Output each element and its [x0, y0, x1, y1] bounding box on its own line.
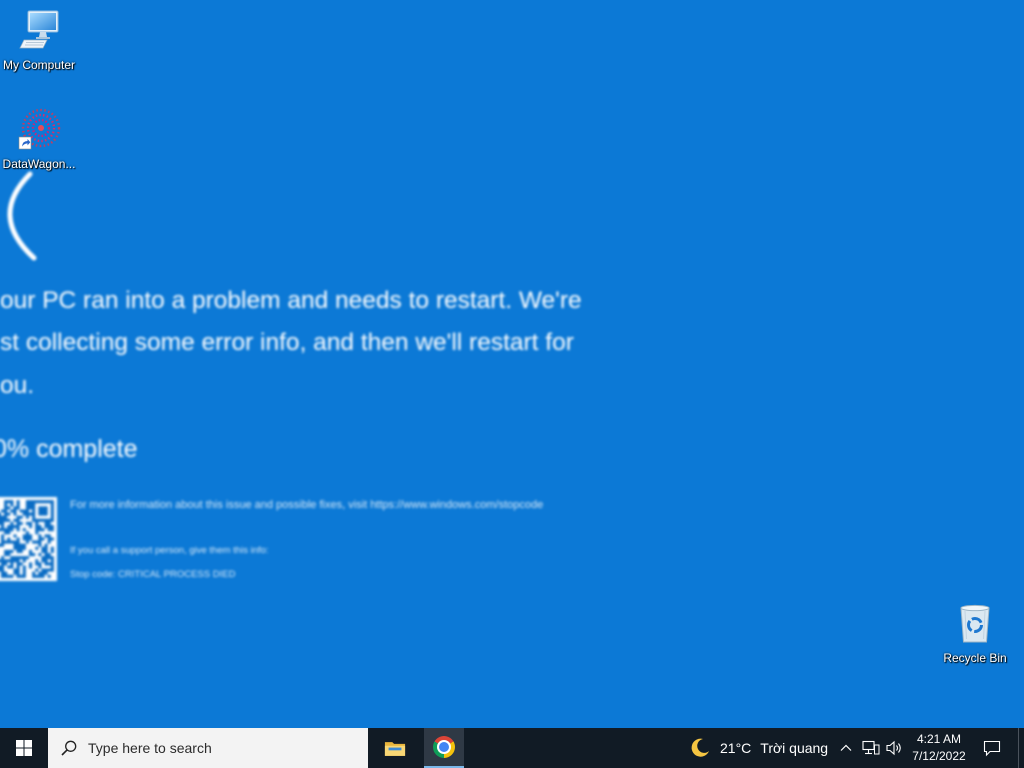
clock[interactable]: 4:21 AM 7/12/2022 — [906, 728, 972, 768]
volume-button[interactable] — [884, 728, 904, 768]
desktop-icon-recycle-bin[interactable]: Recycle Bin — [937, 601, 1013, 665]
file-explorer-icon — [384, 741, 406, 756]
show-desktop-button[interactable] — [1018, 728, 1024, 768]
action-center-button[interactable] — [978, 728, 1006, 768]
moon-icon — [691, 738, 709, 757]
notification-icon — [983, 740, 1001, 756]
volume-icon — [885, 740, 901, 756]
taskbar-file-explorer-button[interactable] — [375, 728, 415, 768]
datawagon-shortcut-icon — [17, 107, 61, 151]
weather-condition: Trời quang — [760, 740, 829, 756]
weather-widget[interactable]: 21°C Trời quang — [688, 728, 828, 768]
progress-text: 0% complete — [0, 435, 138, 463]
qr-code-icon — [0, 497, 57, 581]
error-message-line-3: ou. — [0, 372, 35, 399]
network-button[interactable] — [860, 728, 882, 768]
desktop-icon-datawagon[interactable]: DataWagon... — [1, 107, 77, 171]
clock-time: 4:21 AM — [916, 732, 962, 746]
desktop[interactable]: our PC ran into a problem and needs to r… — [0, 0, 1024, 728]
chevron-up-icon — [840, 744, 852, 751]
weather-temperature: 21°C — [720, 740, 752, 756]
clock-date: 7/12/2022 — [912, 749, 966, 763]
recycle-bin-icon — [953, 601, 997, 645]
start-button[interactable] — [0, 728, 48, 768]
qr-code-graphic — [0, 500, 54, 578]
error-message-line-1: our PC ran into a problem and needs to r… — [0, 287, 582, 314]
chrome-icon — [433, 736, 455, 758]
desktop-icon-my-computer[interactable]: My Computer — [1, 8, 77, 72]
info-text: For more information about this issue an… — [70, 499, 544, 511]
qr-modules — [0, 500, 54, 578]
sad-face-glyph — [7, 171, 37, 261]
stop-code-text: Stop code: CRITICAL PROCESS DIED — [70, 569, 236, 580]
desktop-icon-label: My Computer — [2, 58, 76, 72]
support-text: If you call a support person, give them … — [70, 545, 269, 556]
error-message-line-2: st collecting some error info, and then … — [0, 329, 574, 356]
search-icon — [61, 740, 77, 756]
desktop-icon-label: DataWagon... — [2, 157, 76, 171]
windows-logo-icon — [16, 740, 32, 756]
network-icon — [862, 740, 880, 755]
search-placeholder: Type here to search — [88, 740, 212, 756]
show-hidden-icons-button[interactable] — [836, 728, 856, 768]
desktop-icon-label: Recycle Bin — [943, 651, 1007, 665]
search-box[interactable]: Type here to search — [48, 728, 368, 768]
taskbar-chrome-button[interactable] — [424, 728, 464, 768]
taskbar: Type here to search 21°C Trời quang 4:21… — [0, 728, 1024, 768]
computer-icon — [17, 8, 61, 52]
wallpaper: our PC ran into a problem and needs to r… — [0, 0, 1024, 728]
